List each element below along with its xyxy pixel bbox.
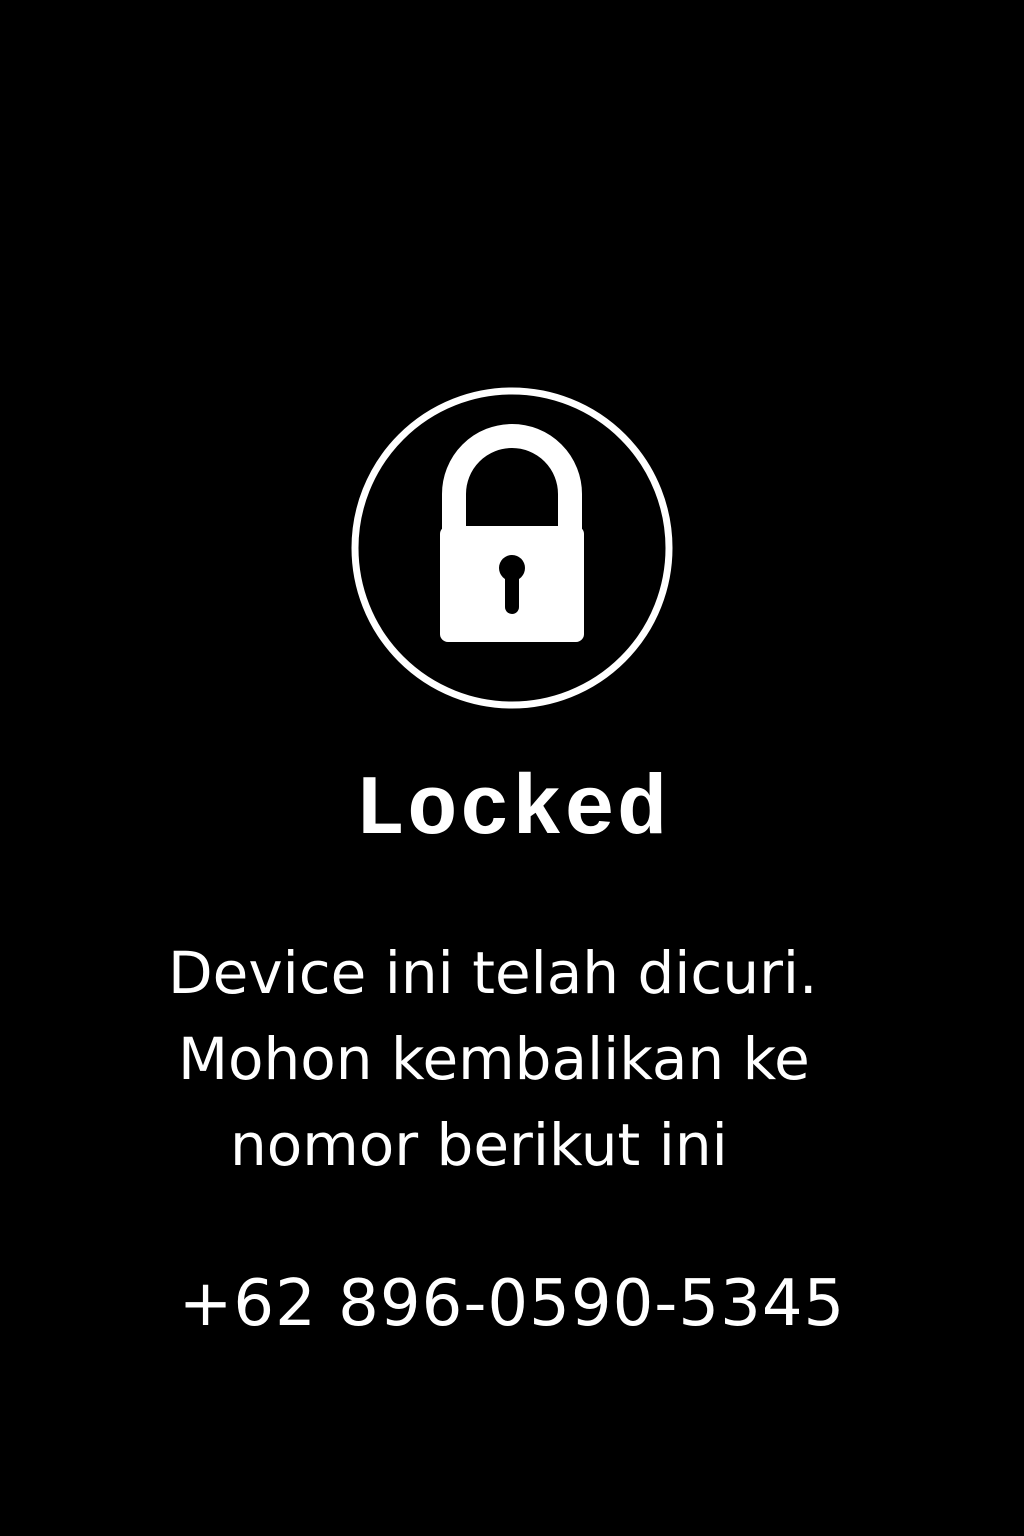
message-line: Device ini telah dicuri. — [168, 939, 818, 1007]
message-line: nomor berikut ini — [230, 1111, 728, 1179]
contact-phone-number: +62 896-0590-5345 — [178, 1267, 846, 1341]
locked-title: Locked — [354, 764, 670, 859]
lock-screen: Locked Device ini telah dicuri. Mohon ke… — [0, 0, 1024, 1536]
padlock-badge — [350, 386, 674, 710]
padlock-icon — [351, 387, 673, 709]
message-line: Mohon kembalikan ke — [178, 1025, 810, 1093]
